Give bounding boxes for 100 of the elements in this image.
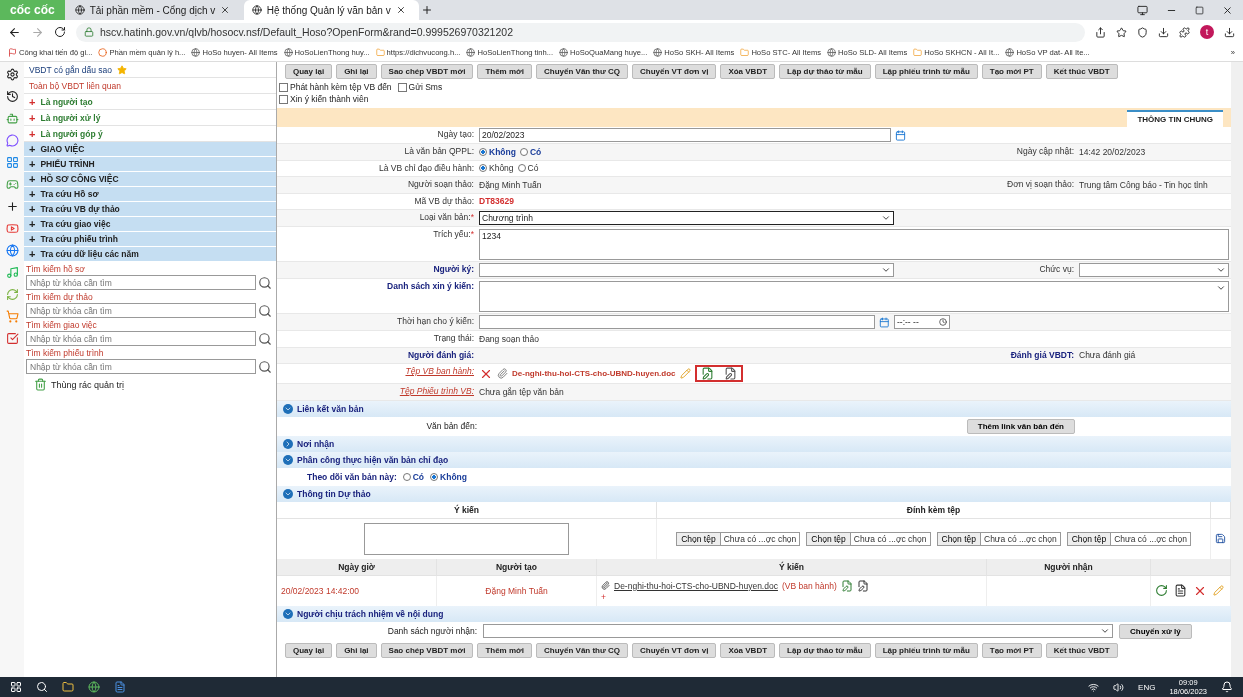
toolbar-button[interactable]: Lập dự thảo từ mẫu [779, 64, 871, 79]
comment-field[interactable] [364, 522, 569, 555]
field-label: Là VB chỉ đạo điều hành: [378, 161, 475, 175]
field-value: 14:42 20/02/2023 [1079, 146, 1146, 157]
toolbar-button[interactable]: Thêm mới [477, 642, 532, 658]
browser-tab[interactable]: Tải phần mềm - Cổng dịch v [66, 0, 242, 20]
toolbar-button[interactable]: Chuyển VT đơn vị [632, 64, 717, 79]
reload-icon [54, 26, 66, 38]
toolbar-button[interactable]: Xóa VBDT [720, 64, 776, 79]
file-link[interactable]: De-nghi-thu-hoi-CTS-cho-UBND-huyen.doc [614, 580, 778, 591]
forward-button[interactable]: Chuyển xử lý [1119, 623, 1192, 639]
radio-option[interactable]: Không [430, 471, 467, 482]
sidebar-item[interactable]: + Tra cứu phiếu trình [24, 232, 276, 247]
radio-option[interactable]: Có [517, 163, 539, 174]
add-link-button[interactable]: Thêm link văn bản đến [966, 418, 1075, 434]
file-picker[interactable]: Chọn tệp Chưa có ...ợc chọn [806, 531, 931, 546]
form-tab[interactable]: THÔNG TIN CHUNG [1127, 110, 1223, 127]
sidebar-item[interactable]: + Tra cứu giao việc [24, 217, 276, 232]
section-header[interactable]: Nơi nhận [277, 435, 1231, 452]
toolbar-button[interactable]: Ghi lại [336, 642, 377, 658]
select-field[interactable] [479, 263, 894, 277]
trash-icon [34, 378, 47, 391]
radio-option[interactable]: Không [479, 146, 516, 157]
search-field[interactable]: Nhập từ khóa cần tìm [26, 359, 256, 374]
toolbar-button[interactable]: Thêm mới [477, 64, 532, 79]
choose-file-button[interactable]: Chọn tệp [807, 532, 851, 545]
file-picker[interactable]: Chọn tệp Chưa có ...ợc chọn [936, 531, 1061, 546]
date-field[interactable]: 20/02/2023 [479, 128, 891, 142]
select-field[interactable] [483, 624, 1113, 638]
document-icon [114, 681, 126, 693]
sidebar-item[interactable]: + PHIẾU TRÌNH [24, 157, 276, 172]
browser-tab[interactable]: Hệ thống Quản lý văn bản v [243, 0, 419, 20]
search-field[interactable]: Nhập từ khóa cần tìm [26, 303, 256, 318]
choose-file-button[interactable]: Chọn tệp [937, 532, 981, 545]
sidebar-item[interactable]: VBDT có gắn dấu sao [24, 62, 276, 78]
toolbar-button[interactable]: Sao chép VBDT mới [380, 64, 474, 79]
section-header[interactable]: Người chịu trách nhiệm về nội dung [277, 605, 1231, 622]
search-icon [258, 359, 272, 374]
field-label: Trích yếu:* [432, 228, 475, 241]
search-icon [258, 303, 272, 318]
time-field[interactable]: --:-- -- [894, 315, 950, 329]
globe-icon [1005, 48, 1015, 57]
code-value: DT83629 [479, 196, 514, 207]
toolbar-button[interactable]: Lập phiếu trình từ mẫu [874, 64, 978, 79]
file-picker[interactable]: Chọn tệp Chưa có ...ợc chọn [1066, 531, 1191, 546]
screen-icon [1137, 4, 1148, 16]
globe-icon [827, 48, 837, 57]
clock-icon [939, 318, 947, 326]
toolbar-button[interactable]: Kết thúc VBDT [1045, 64, 1118, 79]
checkbox[interactable]: Phát hành kèm tệp VB đến [279, 82, 392, 92]
sidebar-item[interactable]: + Tra cứu dữ liệu các năm [24, 247, 276, 262]
toolbar-button[interactable]: Chuyển VT đơn vị [632, 642, 717, 658]
select-field[interactable] [1079, 263, 1229, 277]
field-label: Văn bản đến: [425, 421, 477, 431]
sidebar-item[interactable]: + GIAO VIỆC [24, 142, 276, 157]
field-label: Theo dõi văn bản này: [307, 471, 397, 482]
toolbar-button[interactable]: Ghi lại [336, 64, 377, 79]
trash-link[interactable]: Thùng rác quản trị [51, 379, 125, 390]
checkbox[interactable]: Gửi Sms [397, 82, 443, 92]
edit-document-icon [856, 579, 869, 592]
collapse-icon [283, 608, 293, 619]
search-field[interactable]: Nhập từ khóa cần tìm [26, 331, 256, 346]
address-bar[interactable]: hscv.hatinh.gov.vn/qlvb/hosocv.nsf/Default_Hoso?OpenForm&rand=0.999526970321202 [76, 22, 1085, 42]
file-link[interactable]: De-nghi-thu-hoi-CTS-cho-UBND-huyen.doc [512, 369, 676, 378]
field-label: Mã VB dự thảo: [413, 194, 475, 208]
language-indicator[interactable]: ENG [1138, 682, 1156, 692]
toolbar-button[interactable]: Lập dự thảo từ mẫu [779, 642, 871, 658]
sidebar-item[interactable]: + Tra cứu Hồ sơ [24, 187, 276, 202]
toolbar-button[interactable]: Xóa VBDT [720, 642, 776, 658]
toolbar-button[interactable]: Sao chép VBDT mới [380, 642, 474, 658]
date-field[interactable] [479, 315, 876, 329]
profile-avatar[interactable]: t [1200, 25, 1214, 39]
radio-option[interactable]: Có [519, 146, 542, 157]
select-field[interactable]: Chương trình [479, 211, 894, 225]
bot-icon [5, 112, 19, 125]
folder-icon [375, 48, 385, 57]
textarea-field[interactable]: 1234 [479, 228, 1229, 260]
file-picker[interactable]: Chọn tệp Chưa có ...ợc chọn [676, 531, 801, 546]
field-label: Thời hạn cho ý kiến: [396, 315, 475, 328]
radio-option[interactable]: Không [479, 163, 514, 174]
toolbar-button[interactable]: Tạo mới PT [981, 64, 1042, 79]
search-field[interactable]: Nhập từ khóa cần tìm [26, 275, 256, 290]
sidebar-item[interactable]: + Tra cứu VB dự thảo [24, 202, 276, 217]
toolbar-button[interactable]: Quay lại [285, 642, 333, 658]
toolbar-button[interactable]: Chuyển Văn thư CQ [536, 64, 628, 79]
field-label: Danh sách người nhận: [386, 626, 477, 636]
toolbar-button[interactable]: Tạo mới PT [981, 642, 1042, 658]
toolbar-button[interactable]: Kết thúc VBDT [1045, 642, 1118, 658]
section-header[interactable]: Thông tin Dự thảo [277, 485, 1231, 502]
choose-file-button[interactable]: Chọn tệp [1067, 532, 1112, 545]
radio-option[interactable]: Có [402, 471, 425, 482]
choose-file-button[interactable]: Chọn tệp [677, 532, 721, 545]
multiselect-field[interactable] [479, 280, 1229, 312]
toolbar-button[interactable]: Lập phiếu trình từ mẫu [874, 642, 978, 658]
toolbar-button[interactable]: Chuyển Văn thư CQ [536, 642, 628, 658]
toolbar-button[interactable]: Quay lại [285, 64, 333, 79]
close-icon [395, 5, 406, 15]
sidebar-item[interactable]: + HỒ SƠ CÔNG VIỆC [24, 172, 276, 187]
checkbox[interactable]: Xin ý kiến thành viên [279, 94, 369, 104]
field-label: Tệp VB ban hành: [404, 365, 475, 378]
